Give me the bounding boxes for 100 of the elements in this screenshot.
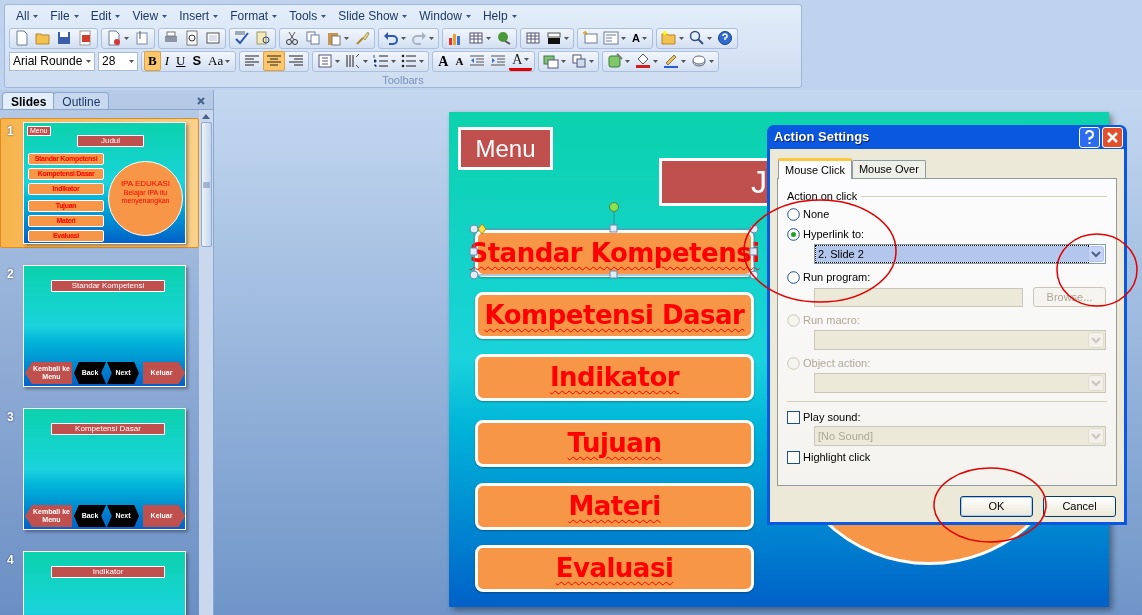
title-label: Kompetensi Dasar [51,423,165,435]
shadow-button[interactable]: S [189,51,205,71]
caret-icon [129,59,134,63]
bullet-list-icon [401,53,418,69]
layout-button[interactable] [601,28,628,48]
align-center-button[interactable] [263,51,286,71]
zoom-icon [688,30,705,46]
font-size-field[interactable]: 28 [98,51,138,71]
dialog-title: Action Settings [774,128,870,147]
caret-icon [225,59,231,63]
scroll-thumb[interactable] [200,122,212,247]
cut-icon [284,30,300,46]
menu-item[interactable]: Slide Show [333,7,413,25]
checkbox[interactable] [787,410,800,424]
scrollbar[interactable] [199,110,213,615]
italic-button[interactable]: I [161,51,172,71]
research-button[interactable] [253,28,273,48]
dialog-tab[interactable]: Mouse Over [851,160,926,178]
cancel-button[interactable]: Cancel [1043,496,1116,517]
slide-number: 4 [7,552,15,569]
menu-item[interactable]: Help [477,7,522,25]
menu-item-label: Materi [568,490,661,523]
change-case-button[interactable]: Aa [205,51,234,71]
table-icon [525,30,541,46]
title-label: Judul [77,135,144,147]
text-box-button[interactable]: A [629,28,650,48]
checkbox[interactable] [787,450,800,464]
folder-icon [35,30,51,46]
caret-icon [561,59,567,63]
menu-item[interactable]: Insert [174,7,224,25]
underline-button[interactable]: U [173,51,189,71]
font-color-button[interactable]: A [509,51,533,71]
menu-item[interactable]: File [45,7,84,25]
radio-button[interactable] [787,228,800,241]
help-button[interactable] [1079,126,1100,148]
caret-icon [653,59,659,63]
caret-icon [419,59,425,63]
option-label: Hyperlink to: [803,227,865,243]
caret-icon [678,36,684,40]
option-label: Object action: [803,356,871,372]
menu-item[interactable]: Window [414,7,476,25]
document-icon [106,30,122,46]
circle-title: IPA EDUKASI [120,179,171,189]
caret-icon [33,14,39,18]
menu-item[interactable]: Tools [284,7,332,25]
spelling-icon [234,30,250,46]
arrange-icon [571,53,588,69]
folder-icon [660,30,677,46]
caret-icon [621,36,626,40]
caret-icon [465,14,471,18]
close-button[interactable] [1102,126,1123,148]
align-center-icon [266,53,283,69]
fill-color-icon [546,30,562,46]
grow-font-button[interactable]: A [435,51,452,71]
menu-item[interactable]: All [11,7,44,25]
copy-icon [305,30,321,46]
menu-item[interactable]: Format [225,7,283,25]
slide-thumbnail[interactable]: Indikator [23,551,186,615]
pane-tab[interactable]: Slides [2,92,56,109]
menu-item-label: Indikator [549,361,680,394]
option-label: None [803,207,830,223]
dropdown-field[interactable]: 2. Slide 2 [814,244,1106,264]
pane-tab[interactable]: Outline [53,92,110,109]
close-icon[interactable] [197,97,205,105]
fill-bucket-icon [635,53,652,69]
line-spacing-icon [317,53,334,69]
ok-button[interactable]: OK [960,496,1033,517]
arrange-button[interactable] [569,51,597,71]
title-label: J [659,158,769,206]
attachment-icon [134,30,150,46]
decrease-indent-icon [469,53,486,69]
font-name-field[interactable]: Arial Rounde [9,51,95,71]
text-direction-button[interactable] [343,51,371,71]
layout-icon [603,30,619,46]
line-spacing-button[interactable] [315,51,343,71]
print-preview-icon [184,30,200,46]
undo-icon [383,30,399,46]
dialog-tab[interactable]: Mouse Click [778,158,852,179]
radio-button[interactable] [787,208,800,221]
fill-bucket-button[interactable] [633,51,661,71]
menu-item[interactable]: View [127,7,173,25]
slide-layout-icon [543,53,560,69]
slide-number: 3 [7,409,15,426]
caret-icon [709,59,715,63]
checkbox-label: Play sound: [803,409,861,425]
radio-button[interactable] [787,271,800,284]
caret-icon [86,59,91,63]
help-icon [716,30,733,46]
menu-item[interactable]: Edit [85,7,126,25]
shrink-font-button[interactable]: A [452,51,467,71]
caret-icon [681,59,687,63]
slide-number: 2 [7,266,15,283]
table-icon [468,30,484,46]
pdf-document-icon [77,30,93,46]
bold-button[interactable]: B [144,51,161,71]
scroll-up-icon[interactable] [201,112,211,120]
grip-icon [202,181,210,188]
shape-fill-button[interactable] [605,51,633,71]
menu-label: Menu [458,127,553,170]
caret-icon [625,59,631,63]
